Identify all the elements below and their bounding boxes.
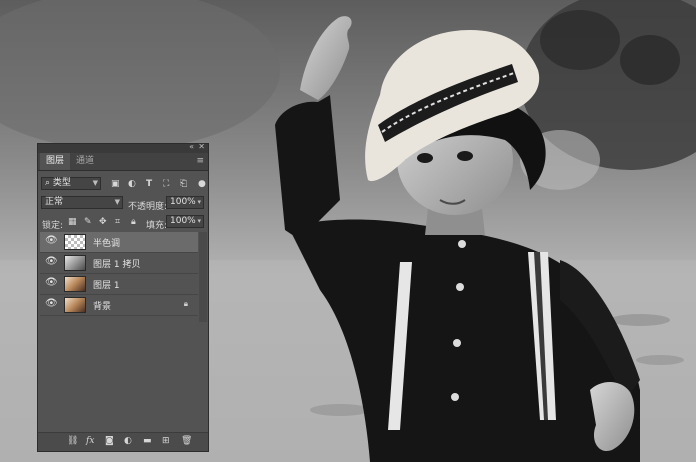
- collapse-icon[interactable]: «: [189, 142, 194, 151]
- chevron-down-icon: ▼: [114, 198, 120, 206]
- tab-channels[interactable]: 通道: [70, 153, 100, 170]
- close-icon[interactable]: ✕: [198, 142, 205, 151]
- layers-list: 👁︎ 半色调 👁︎ 图层 1 拷贝 👁︎ 图层 1 👁︎ 背景 🔒︎: [38, 232, 198, 322]
- opacity-label: 不透明度:: [128, 202, 168, 212]
- layer-row[interactable]: 👁︎ 背景 🔒︎: [40, 295, 198, 316]
- eye-icon[interactable]: 👁︎: [45, 298, 58, 309]
- filter-toggle-icon[interactable]: ●: [198, 179, 206, 189]
- lock-transparent-icon[interactable]: ▦: [68, 217, 77, 227]
- blend-mode-select[interactable]: 正常 ▼: [41, 196, 123, 209]
- add-mask-icon[interactable]: ◙: [105, 436, 114, 446]
- layer-row[interactable]: 👁︎ 图层 1 拷贝: [40, 253, 198, 274]
- panel-menu-icon[interactable]: ≡: [196, 156, 204, 166]
- lock-position-icon[interactable]: ✥: [99, 217, 107, 227]
- eye-icon[interactable]: 👁︎: [45, 235, 58, 246]
- opacity-value: 100%: [170, 197, 196, 207]
- layers-scrollbar[interactable]: [199, 232, 207, 322]
- eye-icon[interactable]: 👁︎: [45, 256, 58, 267]
- link-layers-icon[interactable]: ⛓︎: [67, 436, 78, 446]
- lock-row: 锁定: ▦ ✎ ✥ ⌗ 🔒︎ 填充: 100% ▾: [38, 215, 208, 233]
- layer-thumbnail: [64, 255, 86, 271]
- filter-kind-select[interactable]: ⌕ 类型 ▼: [41, 177, 101, 190]
- layer-thumbnail: [64, 276, 86, 292]
- chevron-down-icon: ▼: [92, 179, 98, 187]
- chevron-down-icon: ▾: [197, 217, 201, 225]
- smart-object-filter-icon[interactable]: ⎗: [180, 179, 187, 189]
- fill-value: 100%: [170, 216, 196, 226]
- search-icon: ⌕: [45, 178, 51, 188]
- layer-row[interactable]: 👁︎ 图层 1: [40, 274, 198, 295]
- type-filter-icon[interactable]: T: [146, 179, 152, 189]
- opacity-field[interactable]: 100% ▾: [166, 196, 204, 209]
- lock-paint-icon[interactable]: ✎: [84, 217, 92, 227]
- layer-thumbnail: [64, 297, 86, 313]
- new-adjustment-icon[interactable]: ◐: [124, 436, 132, 446]
- lock-artboard-icon[interactable]: ⌗: [115, 217, 120, 227]
- chevron-down-icon: ▾: [197, 198, 201, 206]
- layer-name: 图层 1: [93, 281, 120, 291]
- panel-tabs: 图层 通道 ≡: [38, 153, 208, 171]
- layer-thumbnail: [64, 234, 86, 250]
- new-layer-icon[interactable]: ⊞: [162, 436, 170, 446]
- layer-name: 图层 1 拷贝: [93, 260, 141, 270]
- layer-name: 半色调: [93, 239, 121, 249]
- trash-icon[interactable]: 🗑︎: [181, 436, 192, 446]
- fill-label: 填充:: [146, 221, 168, 231]
- layers-panel: « ✕ 图层 通道 ≡ ⌕ 类型 ▼ ▣ ◐ T ⛶ ⎗ ● 正常 ▼ 不透明度…: [37, 142, 209, 452]
- eye-icon[interactable]: 👁︎: [45, 277, 58, 288]
- layer-row[interactable]: 👁︎ 半色调: [40, 232, 198, 253]
- blend-row: 正常 ▼ 不透明度: 100% ▾: [38, 196, 208, 214]
- blend-mode-value: 正常: [45, 197, 64, 207]
- panel-titlebar: « ✕: [38, 142, 208, 153]
- layer-name: 背景: [93, 302, 112, 312]
- new-group-icon[interactable]: ▬: [143, 436, 152, 446]
- lock-icon: 🔒︎: [183, 299, 188, 308]
- tab-layers[interactable]: 图层: [40, 153, 71, 170]
- filter-kind-label: 类型: [52, 178, 71, 188]
- fill-field[interactable]: 100% ▾: [166, 215, 204, 228]
- lock-label: 锁定:: [42, 221, 64, 231]
- panel-bottom-toolbar: ⛓︎ fx ◙ ◐ ▬ ⊞ 🗑︎: [38, 432, 208, 451]
- layer-style-icon[interactable]: fx: [86, 436, 94, 446]
- pixel-filter-icon[interactable]: ▣: [111, 179, 120, 189]
- adjustment-filter-icon[interactable]: ◐: [128, 179, 136, 189]
- shape-filter-icon[interactable]: ⛶: [163, 179, 169, 189]
- filter-row: ⌕ 类型 ▼ ▣ ◐ T ⛶ ⎗ ●: [38, 177, 208, 195]
- lock-all-icon[interactable]: 🔒︎: [131, 217, 136, 227]
